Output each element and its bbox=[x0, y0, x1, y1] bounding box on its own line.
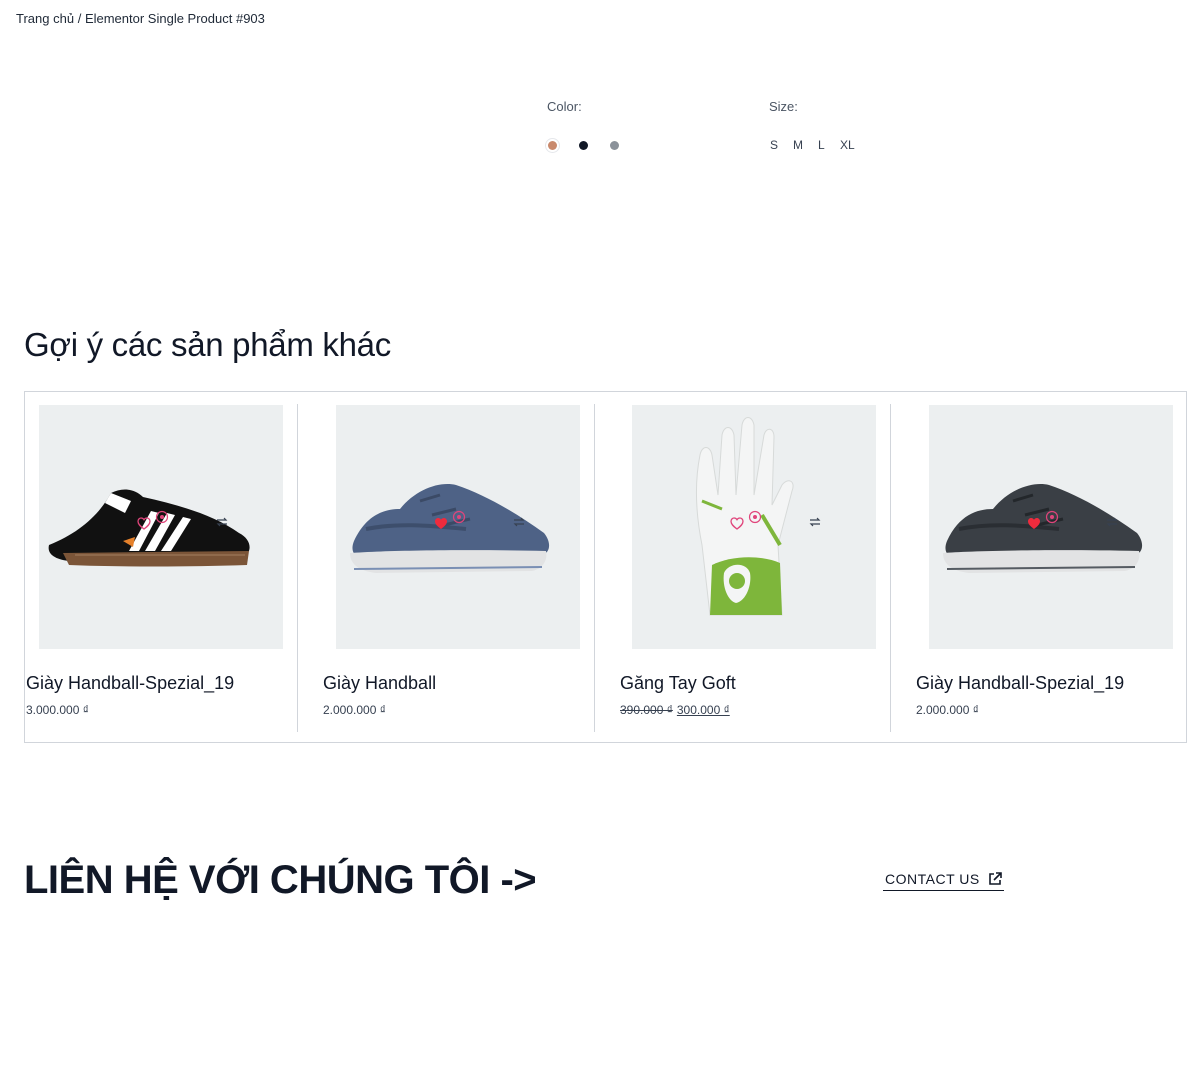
color-swatch-orange[interactable] bbox=[548, 141, 557, 150]
breadcrumb-home-link[interactable]: Trang chủ bbox=[16, 11, 74, 26]
product-name[interactable]: Găng Tay Goft bbox=[620, 673, 736, 694]
eye-icon[interactable] bbox=[154, 509, 170, 525]
compare-arrows-icon[interactable] bbox=[214, 514, 230, 530]
compare-arrows-icon[interactable] bbox=[511, 514, 527, 530]
product-name[interactable]: Giày Handball-Spezial_19 bbox=[916, 673, 1124, 694]
breadcrumb: Trang chủ / Elementor Single Product #90… bbox=[16, 11, 265, 26]
product-image[interactable] bbox=[39, 405, 283, 649]
breadcrumb-current: Elementor Single Product #903 bbox=[84, 11, 265, 26]
sale-price: 300.000 ₫ bbox=[676, 703, 730, 717]
compare-arrows-icon[interactable] bbox=[1104, 514, 1120, 530]
heart-icon[interactable] bbox=[729, 515, 745, 531]
product-card[interactable]: Giày Handball-Spezial_19 3.000.000 ₫ bbox=[25, 392, 297, 732]
compare-arrows-icon[interactable] bbox=[807, 514, 823, 530]
product-price: 3.000.000 ₫ bbox=[26, 703, 89, 717]
product-name[interactable]: Giày Handball-Spezial_19 bbox=[26, 673, 234, 694]
related-products-carousel: Giày Handball-Spezial_19 3.000.000 ₫ Già… bbox=[24, 391, 1187, 743]
color-swatch-gray[interactable] bbox=[610, 141, 619, 150]
product-image[interactable] bbox=[929, 405, 1173, 649]
breadcrumb-separator: / bbox=[77, 11, 82, 26]
size-label: Size: bbox=[769, 99, 798, 114]
glove-image bbox=[695, 417, 794, 616]
size-option-l[interactable]: L bbox=[818, 138, 825, 152]
product-card[interactable]: Giày Handball-Spezial_19 2.000.000 ₫ bbox=[891, 392, 1186, 732]
product-price: 2.000.000 ₫ bbox=[916, 703, 979, 717]
product-image[interactable] bbox=[336, 405, 580, 649]
color-label: Color: bbox=[547, 99, 582, 114]
product-card[interactable]: Giày Handball 2.000.000 ₫ bbox=[298, 392, 594, 732]
product-price: 2.000.000 ₫ bbox=[323, 703, 386, 717]
eye-icon[interactable] bbox=[747, 509, 763, 525]
heart-icon[interactable] bbox=[433, 515, 449, 531]
contact-us-label: CONTACT US bbox=[885, 871, 980, 887]
eye-icon[interactable] bbox=[451, 509, 467, 525]
product-card[interactable]: Găng Tay Goft 390.000 ₫ 300.000 ₫ bbox=[595, 392, 890, 732]
old-price: 390.000 ₫ bbox=[620, 703, 673, 717]
sneaker-image bbox=[943, 484, 1143, 573]
eye-icon[interactable] bbox=[1044, 509, 1060, 525]
heart-icon[interactable] bbox=[1026, 515, 1042, 531]
product-price: 390.000 ₫ 300.000 ₫ bbox=[620, 703, 730, 717]
color-swatch-black[interactable] bbox=[579, 141, 588, 150]
external-link-icon bbox=[988, 872, 1002, 885]
size-option-xl[interactable]: XL bbox=[840, 138, 855, 152]
size-option-m[interactable]: M bbox=[793, 138, 803, 152]
sneaker-image bbox=[48, 489, 250, 567]
size-option-s[interactable]: S bbox=[770, 138, 778, 152]
contact-title: LIÊN HỆ VỚI CHÚNG TÔI -> bbox=[24, 858, 537, 902]
sneaker-image bbox=[350, 484, 550, 573]
product-name[interactable]: Giày Handball bbox=[323, 673, 436, 694]
heart-icon[interactable] bbox=[136, 515, 152, 531]
related-products-title: Gợi ý các sản phẩm khác bbox=[24, 326, 391, 363]
contact-us-link[interactable]: CONTACT US bbox=[883, 871, 1004, 891]
product-image[interactable] bbox=[632, 405, 876, 649]
